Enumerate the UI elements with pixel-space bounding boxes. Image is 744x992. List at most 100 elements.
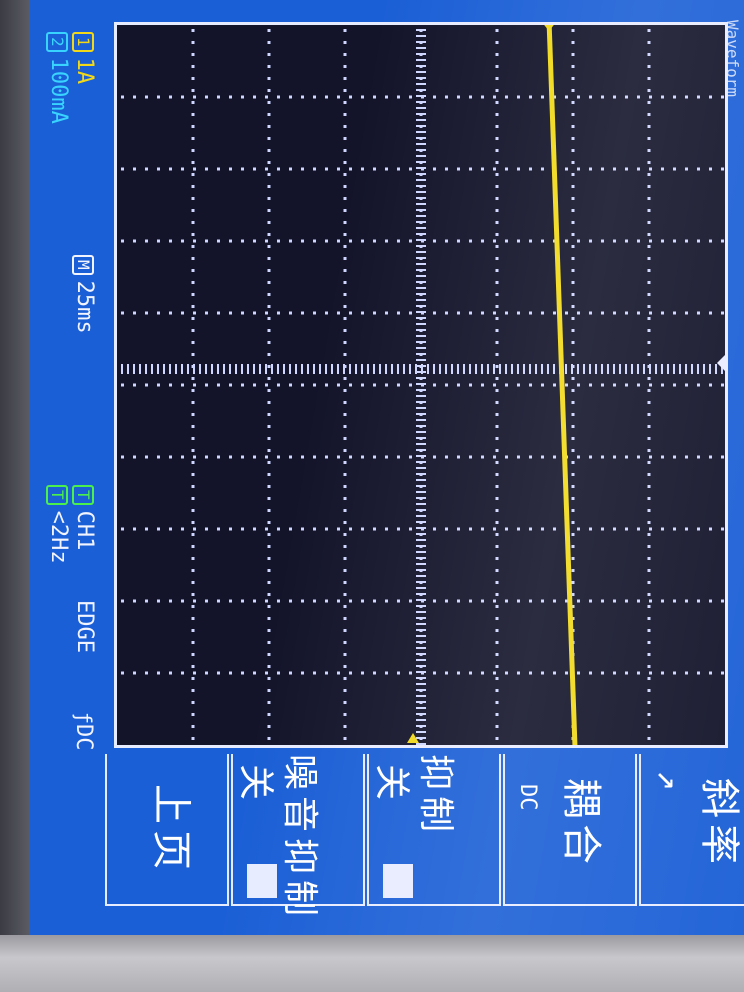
axis-tick <box>379 364 381 374</box>
grid-dot <box>337 527 340 531</box>
grid-dot <box>169 455 172 459</box>
axis-tick <box>416 497 426 499</box>
grid-dot <box>553 455 556 459</box>
grid-dot <box>267 737 271 740</box>
menu-item-prev-page-label: 上页 <box>148 784 194 876</box>
axis-tick <box>487 364 489 374</box>
grid-dot <box>495 209 499 212</box>
grid-dot <box>301 95 304 99</box>
grid-dot <box>647 413 651 416</box>
grid-dot <box>267 281 271 284</box>
grid-dot <box>637 95 640 99</box>
grid-dot <box>191 461 195 464</box>
grid-dot <box>685 167 688 171</box>
axis-tick <box>415 364 417 374</box>
grid-dot <box>495 149 499 152</box>
grid-dot <box>267 653 271 656</box>
grid-dot <box>647 689 651 692</box>
axis-tick <box>416 413 426 415</box>
grid-dot <box>191 533 195 536</box>
grid-dot <box>613 311 616 315</box>
axis-tick <box>133 364 135 374</box>
grid-dot <box>267 401 271 404</box>
grid-dot <box>647 605 651 608</box>
grid-dot <box>343 89 347 92</box>
grid-dot <box>191 557 195 560</box>
scope-screen: 11A 2100mA M25ms TCH1 EDGE ƒDC T<2Hz Wav… <box>30 0 744 935</box>
grid-dot <box>571 305 575 308</box>
grid-dot <box>191 293 195 296</box>
grid-dot <box>647 329 651 332</box>
axis-tick <box>416 251 426 253</box>
axis-tick <box>416 377 426 379</box>
grid-dot <box>495 437 499 440</box>
axis-tick <box>541 364 543 374</box>
grid-dot <box>343 305 347 308</box>
grid-dot <box>343 497 347 500</box>
grid-dot <box>267 77 271 80</box>
axis-tick <box>416 641 426 643</box>
frequency-value: <2Hz <box>46 510 71 564</box>
grid-dot <box>181 95 184 99</box>
grid-dot <box>517 95 520 99</box>
grid-dot <box>685 95 688 99</box>
axis-tick <box>416 701 426 703</box>
grid-dot <box>267 185 271 188</box>
axis-tick <box>416 383 426 385</box>
grid-dot <box>277 239 280 243</box>
grid-dot <box>647 725 651 728</box>
grid-dot <box>157 311 160 315</box>
grid-dot <box>191 125 195 128</box>
axis-tick <box>577 364 579 374</box>
axis-tick <box>416 293 426 295</box>
grid-dot <box>495 101 499 104</box>
menu-item-reject[interactable]: 抑制 关 <box>367 754 501 906</box>
grid-dot <box>337 95 340 99</box>
grid-dot <box>571 509 575 512</box>
grid-dot <box>495 425 499 428</box>
grid-dot <box>343 389 347 392</box>
grid-dot <box>229 527 232 531</box>
grid-dot <box>267 125 271 128</box>
axis-tick <box>667 364 669 374</box>
grid-dot <box>241 383 244 387</box>
grid-dot <box>649 671 652 675</box>
axis-tick <box>416 659 426 661</box>
grid-dot <box>343 545 347 548</box>
axis-tick <box>416 503 426 505</box>
grid-dot <box>495 161 499 164</box>
menu-item-coupling[interactable]: 耦合 DC <box>503 754 637 906</box>
axis-tick <box>385 364 387 374</box>
grid-dot <box>661 383 664 387</box>
grid-dot <box>145 311 148 315</box>
grid-dot <box>121 239 124 243</box>
axis-tick <box>416 467 426 469</box>
grid-dot <box>191 737 195 740</box>
grid-dot <box>397 239 400 243</box>
grid-dot <box>191 497 195 500</box>
edge-rising-icon: ƒ <box>72 712 96 725</box>
menu-item-noise-suppression[interactable]: 噪音抑制 关 <box>231 754 365 922</box>
grid-dot <box>571 113 575 116</box>
grid-dot <box>373 95 376 99</box>
grid-dot <box>647 29 651 32</box>
grid-dot <box>343 677 347 680</box>
grid-dot <box>505 167 508 171</box>
axis-tick <box>416 617 426 619</box>
grid-dot <box>397 311 400 315</box>
axis-tick <box>205 364 207 374</box>
axis-tick <box>416 737 426 739</box>
menu-item-prev-page[interactable]: 上页 <box>105 754 229 906</box>
grid-dot <box>601 95 604 99</box>
menu-item-slope[interactable]: 斜率 ↗ <box>639 754 744 906</box>
grid-dot <box>229 167 232 171</box>
grid-dot <box>191 221 195 224</box>
axis-tick <box>416 41 426 43</box>
grid-dot <box>673 239 676 243</box>
grid-dot <box>709 167 712 171</box>
grid-dot <box>495 41 499 44</box>
axis-tick <box>361 364 363 374</box>
grid-dot <box>267 221 271 224</box>
grid-dot <box>267 317 271 320</box>
grid-dot <box>571 521 575 524</box>
